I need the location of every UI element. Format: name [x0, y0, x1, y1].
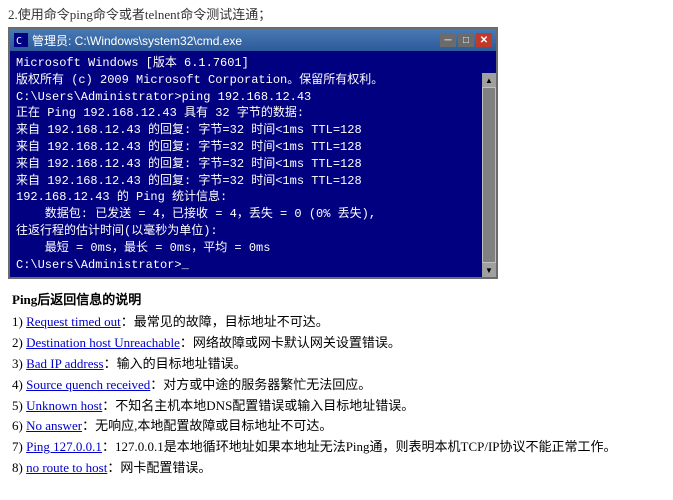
ping-info-title: Ping后返回信息的说明 — [12, 289, 661, 308]
ping-item-num: 7) — [12, 439, 26, 454]
cmd-line: 来自 192.168.12.43 的回复: 字节=32 时间<1ms TTL=1… — [16, 139, 478, 156]
ping-item-label[interactable]: Destination host Unreachable — [26, 335, 180, 350]
ping-item-num: 8) — [12, 460, 26, 475]
ping-item-label[interactable]: No answer — [26, 418, 82, 433]
ping-item-separator: ：网卡配置错误。 — [107, 460, 211, 475]
ping-item-num: 5) — [12, 398, 26, 413]
ping-item-separator: ：127.0.0.1是本地循环地址如果本地址无法Ping通，则表明本机TCP/I… — [102, 439, 617, 454]
ping-list-item: 5) Unknown host：不知名主机本地DNS配置错误或输入目标地址错误。 — [12, 396, 661, 417]
ping-list-item: 3) Bad IP address：输入的目标地址错误。 — [12, 354, 661, 375]
ping-item-num: 2) — [12, 335, 26, 350]
cmd-titlebar: C 管理员: C:\Windows\system32\cmd.exe ─ □ ✕ — [10, 29, 496, 51]
ping-list-item: 1) Request timed out：最常见的故障，目标地址不可达。 — [12, 312, 661, 333]
scroll-up-button[interactable]: ▲ — [482, 73, 496, 87]
cmd-line: 往返行程的估计时间(以毫秒为单位): — [16, 223, 478, 240]
cmd-line: 正在 Ping 192.168.12.43 具有 32 字节的数据: — [16, 105, 478, 122]
cmd-titlebar-buttons: ─ □ ✕ — [440, 33, 492, 47]
cmd-line: 数据包: 已发送 = 4，已接收 = 4，丢失 = 0 (0% 丢失), — [16, 206, 478, 223]
ping-item-num: 3) — [12, 356, 26, 371]
ping-item-num: 1) — [12, 314, 26, 329]
svg-text:C: C — [16, 36, 22, 47]
instruction-line: 2.使用命令ping命令或者telnent命令测试连通； — [8, 4, 665, 23]
page-container: 2.使用命令ping命令或者telnent命令测试连通； C 管理员: C:\W… — [0, 0, 673, 487]
scroll-down-button[interactable]: ▼ — [482, 263, 496, 277]
cmd-line: C:\Users\Administrator>ping 192.168.12.4… — [16, 89, 478, 106]
ping-list-item: 2) Destination host Unreachable：网络故障或网卡默… — [12, 333, 661, 354]
ping-item-separator: ：网络故障或网卡默认网关设置错误。 — [180, 335, 401, 350]
ping-item-label[interactable]: Ping 127.0.0.1 — [26, 439, 102, 454]
cmd-icon: C — [14, 33, 28, 47]
ping-list-item: 8) no route to host：网卡配置错误。 — [12, 458, 661, 479]
cmd-line: 来自 192.168.12.43 的回复: 字节=32 时间<1ms TTL=1… — [16, 122, 478, 139]
cmd-line: 最短 = 0ms，最长 = 0ms，平均 = 0ms — [16, 240, 478, 257]
cmd-line: 来自 192.168.12.43 的回复: 字节=32 时间<1ms TTL=1… — [16, 173, 478, 190]
ping-list: 1) Request timed out：最常见的故障，目标地址不可达。2) D… — [12, 312, 661, 478]
ping-item-label[interactable]: Request timed out — [26, 314, 121, 329]
cmd-scrollbar[interactable]: ▲ ▼ — [482, 73, 496, 277]
ping-item-label[interactable]: no route to host — [26, 460, 107, 475]
ping-item-separator: ：输入的目标地址错误。 — [104, 356, 247, 371]
ping-item-separator: ：不知名主机本地DNS配置错误或输入目标地址错误。 — [102, 398, 414, 413]
close-button[interactable]: ✕ — [476, 33, 492, 47]
ping-item-num: 6) — [12, 418, 26, 433]
scroll-thumb[interactable] — [483, 88, 495, 262]
ping-item-label[interactable]: Bad IP address — [26, 356, 104, 371]
ping-list-item: 4) Source quench received：对方或中途的服务器繁忙无法回… — [12, 375, 661, 396]
cmd-line: Microsoft Windows [版本 6.1.7601] — [16, 55, 478, 72]
cmd-line: C:\Users\Administrator>_ — [16, 257, 478, 274]
ping-item-separator: ：无响应,本地配置故障或目标地址不可达。 — [82, 418, 332, 433]
cmd-line: 版权所有 (c) 2009 Microsoft Corporation。保留所有… — [16, 72, 478, 89]
ping-info-section: Ping后返回信息的说明 1) Request timed out：最常见的故障… — [8, 289, 665, 478]
cmd-line: 192.168.12.43 的 Ping 统计信息: — [16, 189, 478, 206]
cmd-window: C 管理员: C:\Windows\system32\cmd.exe ─ □ ✕… — [8, 27, 498, 279]
ping-item-label[interactable]: Unknown host — [26, 398, 102, 413]
ping-item-separator: ：最常见的故障，目标地址不可达。 — [121, 314, 329, 329]
cmd-title: 管理员: C:\Windows\system32\cmd.exe — [32, 32, 440, 49]
ping-item-label[interactable]: Source quench received — [26, 377, 150, 392]
ping-list-item: 6) No answer：无响应,本地配置故障或目标地址不可达。 — [12, 416, 661, 437]
maximize-button[interactable]: □ — [458, 33, 474, 47]
cmd-body: Microsoft Windows [版本 6.1.7601]版权所有 (c) … — [10, 51, 496, 277]
ping-list-item: 7) Ping 127.0.0.1：127.0.0.1是本地循环地址如果本地址无… — [12, 437, 661, 458]
ping-item-separator: ：对方或中途的服务器繁忙无法回应。 — [150, 377, 371, 392]
ping-item-num: 4) — [12, 377, 26, 392]
cmd-line: 来自 192.168.12.43 的回复: 字节=32 时间<1ms TTL=1… — [16, 156, 478, 173]
minimize-button[interactable]: ─ — [440, 33, 456, 47]
